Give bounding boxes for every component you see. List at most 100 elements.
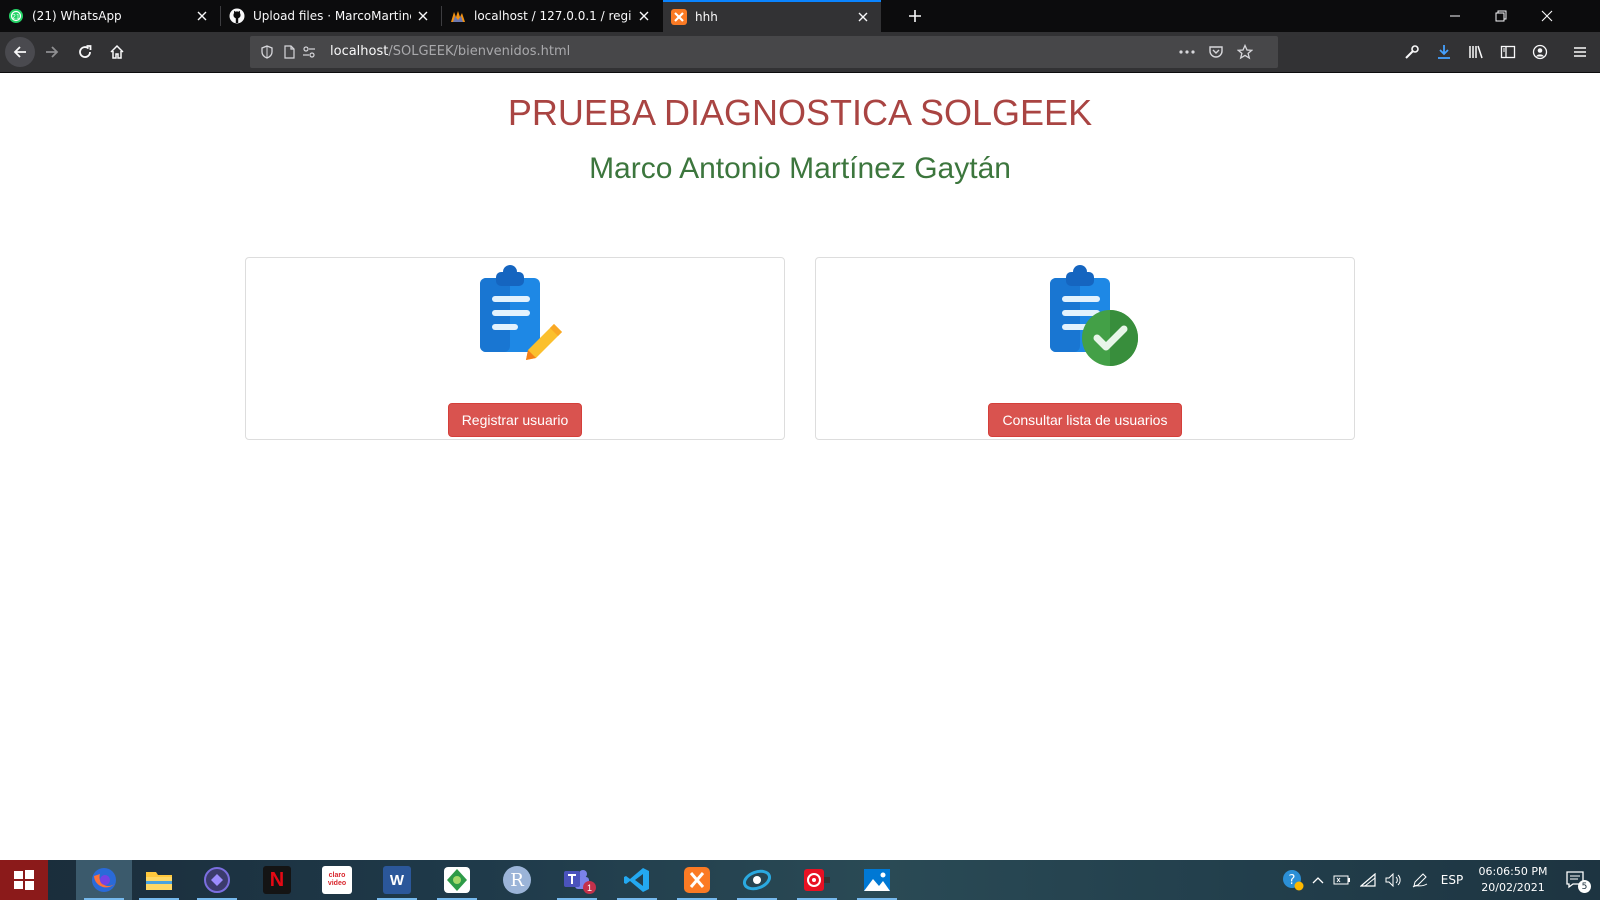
- start-button[interactable]: [0, 860, 48, 900]
- app-icon: [804, 869, 830, 891]
- taskbar-r[interactable]: R: [489, 860, 545, 900]
- chevron-up-icon: [1312, 877, 1324, 884]
- close-tab-icon[interactable]: [190, 4, 214, 28]
- page-title: PRUEBA DIAGNOSTICA SOLGEEK: [507, 92, 1093, 133]
- taskbar-word[interactable]: W: [369, 860, 425, 900]
- r-icon: R: [503, 866, 531, 894]
- url-bar[interactable]: localhost/SOLGEEK/bienvenidos.html: [250, 36, 1278, 68]
- star-icon[interactable]: [1234, 41, 1256, 63]
- pen-icon: [1412, 873, 1428, 888]
- tab-github[interactable]: Upload files · MarcoMartinez11: [221, 0, 441, 32]
- tray-help[interactable]: ?: [1280, 860, 1306, 900]
- taskbar-app-red[interactable]: [789, 860, 845, 900]
- tab-title: hhh: [695, 10, 718, 24]
- page-actions-icon[interactable]: [1176, 41, 1198, 63]
- taskbar-teams[interactable]: 1: [549, 860, 605, 900]
- shield-icon[interactable]: [256, 41, 278, 63]
- tray-clock[interactable]: 06:06:50 PM 20/02/2021: [1474, 864, 1552, 896]
- url-host: localhost: [330, 44, 389, 59]
- sidebar-icon: [1500, 45, 1516, 59]
- tray-show-hidden[interactable]: [1308, 860, 1328, 900]
- taskbar-netflix[interactable]: N: [249, 860, 305, 900]
- tab-phpmyadmin[interactable]: localhost / 127.0.0.1 / registro_u: [442, 0, 662, 32]
- wifi-icon: [1360, 873, 1376, 887]
- taskbar-photos[interactable]: [849, 860, 905, 900]
- minimize-button[interactable]: [1432, 0, 1478, 32]
- reload-button[interactable]: [70, 37, 100, 67]
- restore-button[interactable]: [1478, 0, 1524, 32]
- back-button[interactable]: [5, 37, 35, 67]
- downloads-button[interactable]: [1429, 37, 1459, 67]
- taskbar: N claro video W R 1 ? ESP 06:06:50 PM 20…: [0, 860, 1600, 900]
- tray-battery[interactable]: [1330, 860, 1354, 900]
- tab-strip: 21 (21) WhatsApp Upload files · MarcoMar…: [0, 0, 1600, 32]
- clock-date: 20/02/2021: [1481, 881, 1545, 894]
- taskbar-claro-video[interactable]: claro video: [309, 860, 365, 900]
- close-tab-icon[interactable]: [411, 4, 435, 28]
- page-content: PRUEBA DIAGNOSTICA SOLGEEK Marco Antonio…: [0, 74, 1600, 860]
- clipboard-check-icon: [1050, 265, 1138, 366]
- taskbar-app-green[interactable]: [429, 860, 485, 900]
- taskbar-visual-studio[interactable]: [189, 860, 245, 900]
- sidebar-button[interactable]: [1493, 37, 1523, 67]
- taskbar-firefox[interactable]: [76, 860, 132, 900]
- close-tab-icon[interactable]: [851, 5, 875, 29]
- github-icon: [229, 8, 245, 24]
- svg-text:21: 21: [12, 14, 20, 21]
- minimize-icon: [1450, 15, 1460, 17]
- svg-text:?: ?: [1289, 873, 1296, 888]
- arrow-right-icon: [46, 46, 59, 58]
- tab-hhh[interactable]: hhh: [663, 0, 881, 32]
- register-card: Registrar usuario: [245, 257, 785, 440]
- arrow-left-icon: [13, 46, 26, 58]
- visual-studio-icon: [204, 867, 230, 893]
- tray-language[interactable]: ESP: [1434, 860, 1470, 900]
- url-text[interactable]: localhost/SOLGEEK/bienvenidos.html: [330, 44, 570, 59]
- windows-logo-icon: [14, 870, 34, 890]
- page-info-icon[interactable]: [278, 41, 300, 63]
- app-icon: [444, 867, 470, 893]
- close-window-button[interactable]: [1524, 0, 1570, 32]
- account-icon: [1532, 44, 1548, 60]
- clock-time: 06:06:50 PM: [1478, 865, 1548, 878]
- forward-button[interactable]: [37, 37, 67, 67]
- permissions-icon[interactable]: [298, 41, 320, 63]
- list-card: Consultar lista de usuarios: [815, 257, 1355, 440]
- download-icon: [1438, 45, 1450, 59]
- list-users-button[interactable]: Consultar lista de usuarios: [988, 403, 1182, 437]
- tools-button[interactable]: [1397, 37, 1427, 67]
- plus-icon: [909, 10, 921, 22]
- tab-title: localhost / 127.0.0.1 / registro_u: [474, 9, 632, 23]
- register-user-button[interactable]: Registrar usuario: [448, 403, 582, 437]
- tray-pen[interactable]: [1408, 860, 1432, 900]
- account-button[interactable]: [1525, 37, 1555, 67]
- taskbar-app-blue-ring[interactable]: [729, 860, 785, 900]
- speaker-icon: [1385, 873, 1401, 887]
- wrench-icon: [1405, 45, 1419, 59]
- close-icon: [1541, 10, 1553, 22]
- battery-icon: [1333, 875, 1350, 885]
- taskbar-vscode[interactable]: [609, 860, 665, 900]
- tab-whatsapp[interactable]: 21 (21) WhatsApp: [0, 0, 220, 32]
- file-explorer-icon: [146, 872, 172, 890]
- restore-icon: [1495, 10, 1507, 22]
- tray-wifi[interactable]: [1356, 860, 1380, 900]
- new-tab-button[interactable]: [903, 4, 927, 28]
- notification-count: 5: [1578, 880, 1591, 893]
- firefox-icon: [92, 868, 116, 892]
- home-button[interactable]: [102, 37, 132, 67]
- phpmyadmin-icon: [451, 11, 465, 22]
- pocket-icon[interactable]: [1205, 41, 1227, 63]
- taskbar-file-explorer[interactable]: [131, 860, 187, 900]
- claro-video-icon: claro video: [322, 866, 352, 894]
- tray-notifications[interactable]: 5: [1556, 860, 1596, 900]
- taskbar-xampp[interactable]: [669, 860, 725, 900]
- close-tab-icon[interactable]: [632, 4, 656, 28]
- page-subtitle: Marco Antonio Martínez Gaytán: [589, 152, 1011, 185]
- tray-volume[interactable]: [1382, 860, 1406, 900]
- clipboard-edit-icon: [480, 265, 562, 360]
- library-button[interactable]: [1461, 37, 1491, 67]
- menu-button[interactable]: [1565, 37, 1595, 67]
- url-path: /SOLGEEK/bienvenidos.html: [388, 44, 571, 59]
- tab-title: Upload files · MarcoMartinez11: [253, 9, 411, 23]
